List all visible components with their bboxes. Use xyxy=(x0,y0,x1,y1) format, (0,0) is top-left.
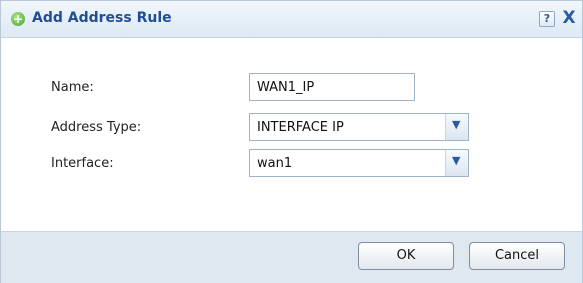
address-type-select[interactable]: INTERFACE IP ▼ xyxy=(249,113,469,141)
interface-label: Interface: xyxy=(51,156,114,171)
dialog-title: Add Address Rule xyxy=(32,10,172,26)
chevron-down-icon: ▼ xyxy=(452,118,461,131)
cancel-button[interactable]: Cancel xyxy=(469,242,565,270)
name-label: Name: xyxy=(51,80,94,95)
add-address-rule-dialog: + Add Address Rule ? X Name: WAN1_IP Add… xyxy=(0,0,583,283)
add-circle-icon: + xyxy=(11,12,25,26)
interface-value: wan1 xyxy=(257,156,293,171)
name-input[interactable]: WAN1_IP xyxy=(249,73,415,101)
interface-dropdown-arrow[interactable]: ▼ xyxy=(445,150,468,176)
close-button[interactable]: X xyxy=(561,9,577,27)
dialog-titlebar: + Add Address Rule ? X xyxy=(1,1,582,38)
ok-button[interactable]: OK xyxy=(358,242,454,270)
help-button[interactable]: ? xyxy=(539,11,555,27)
interface-select[interactable]: wan1 ▼ xyxy=(249,149,469,177)
address-type-dropdown-arrow[interactable]: ▼ xyxy=(445,114,468,140)
chevron-down-icon: ▼ xyxy=(452,154,461,167)
dialog-footer: OK Cancel xyxy=(1,231,582,283)
address-type-value: INTERFACE IP xyxy=(257,120,344,135)
address-type-label: Address Type: xyxy=(51,120,142,135)
